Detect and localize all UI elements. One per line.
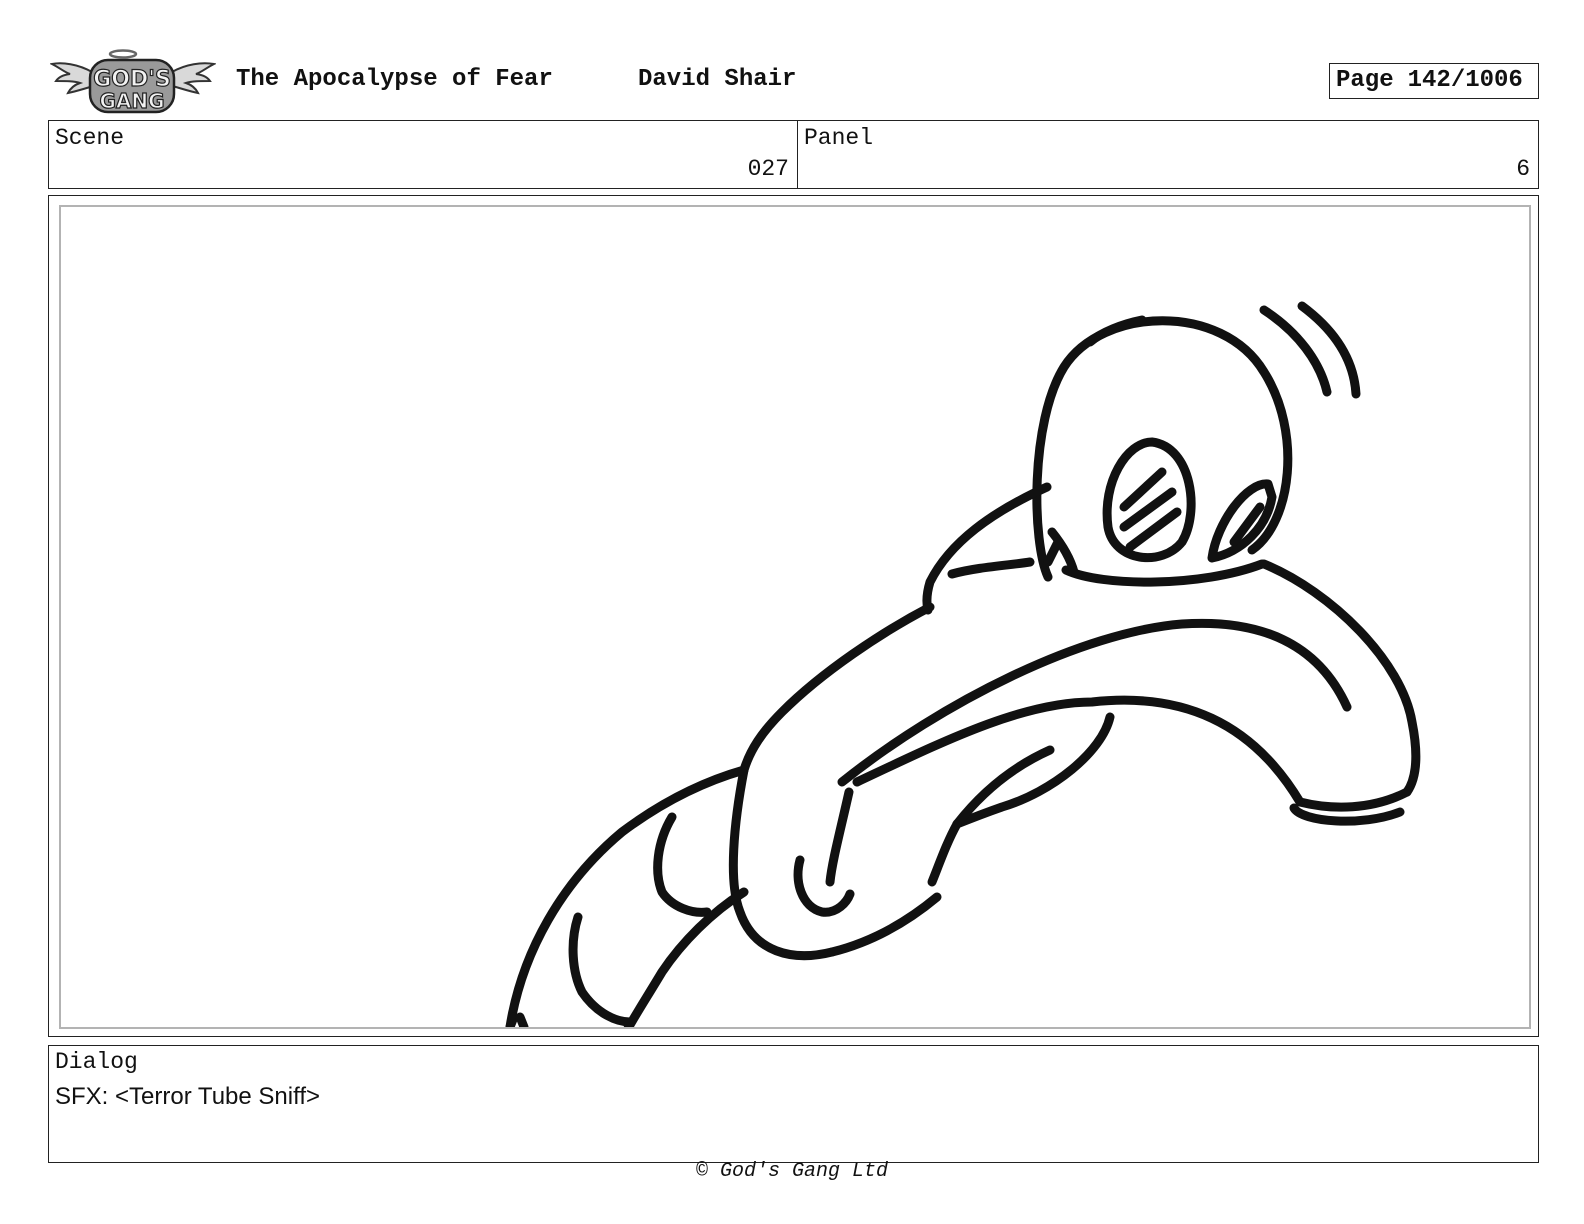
story-title: The Apocalypse of Fear <box>236 66 553 93</box>
page-indicator: Page 142/1006 <box>1329 63 1539 99</box>
copyright-footer: © God's Gang Ltd <box>695 1160 889 1183</box>
storyboard-drawing <box>59 205 1531 1029</box>
page-number: 142/1006 <box>1407 67 1523 94</box>
panel-value: 6 <box>1516 156 1530 182</box>
gods-gang-logo: GOD'S GANG <box>48 48 218 116</box>
scene-cell: Scene 027 <box>49 121 798 188</box>
svg-text:GANG: GANG <box>99 89 164 113</box>
panel-cell: Panel 6 <box>798 121 1538 188</box>
dialog-label: Dialog <box>55 1049 138 1075</box>
dialog-text: SFX: <Terror Tube Sniff> <box>55 1083 321 1110</box>
scene-label: Scene <box>55 125 125 151</box>
page-label: Page <box>1336 67 1394 94</box>
author-name: David Shair <box>638 66 797 93</box>
panel-label: Panel <box>804 125 874 151</box>
dialog-box: Dialog SFX: <Terror Tube Sniff> <box>48 1045 1539 1163</box>
scene-value: 027 <box>747 156 789 182</box>
scene-panel-row: Scene 027 Panel 6 <box>48 120 1539 189</box>
